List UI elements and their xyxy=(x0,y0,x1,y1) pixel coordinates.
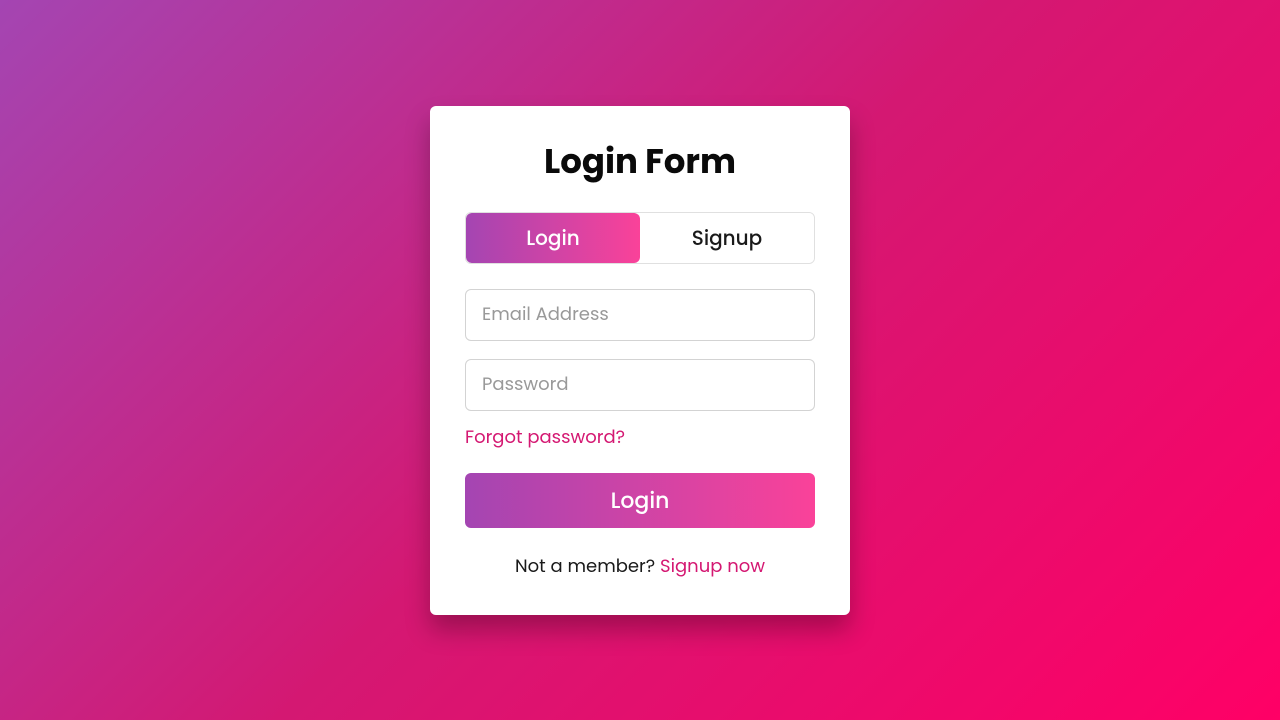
footer-text: Not a member? xyxy=(515,554,660,579)
password-field[interactable] xyxy=(465,359,815,411)
forgot-password-link[interactable]: Forgot password? xyxy=(465,424,815,451)
signup-now-link[interactable]: Signup now xyxy=(660,554,765,579)
signup-footer: Not a member? Signup now xyxy=(465,553,815,580)
email-field[interactable] xyxy=(465,289,815,341)
login-button[interactable]: Login xyxy=(465,473,815,528)
login-card: Login Form Login Signup Forgot password?… xyxy=(430,106,850,615)
tab-group: Login Signup xyxy=(465,212,815,264)
form-title: Login Form xyxy=(465,136,815,187)
tab-login[interactable]: Login xyxy=(466,213,640,263)
tab-signup[interactable]: Signup xyxy=(640,213,814,263)
